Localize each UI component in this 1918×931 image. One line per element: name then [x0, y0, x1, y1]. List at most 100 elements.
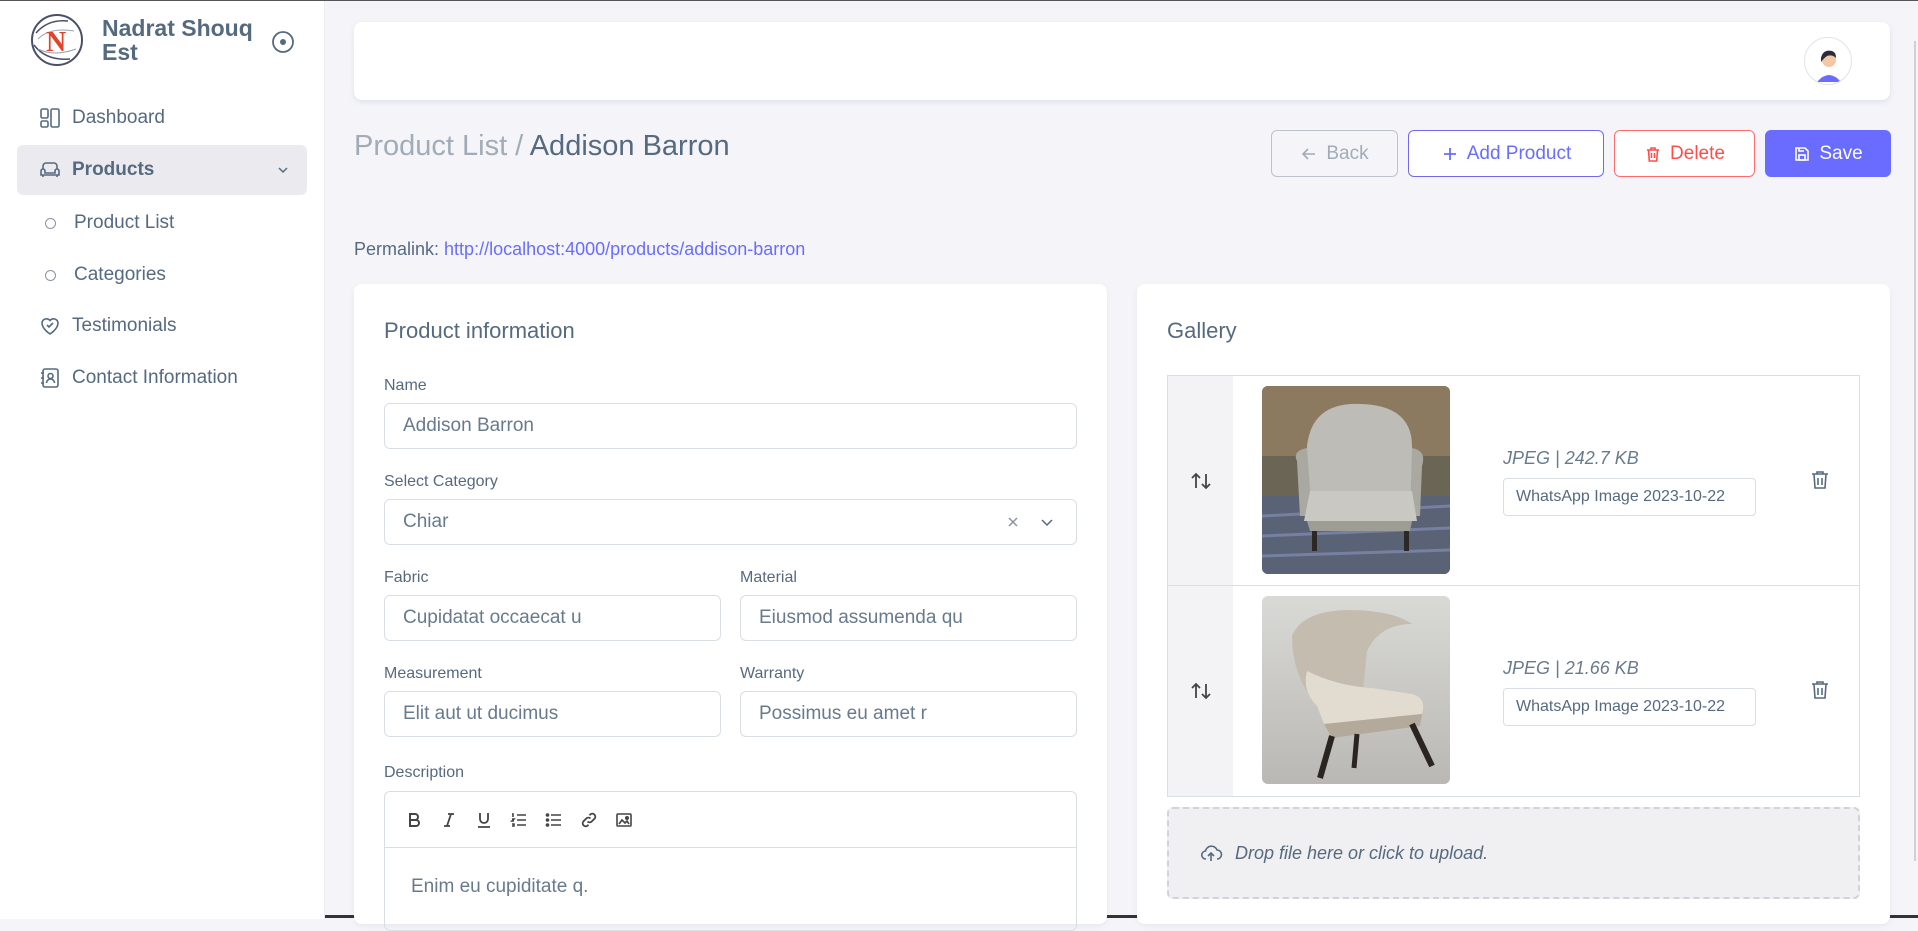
back-button[interactable]: Back	[1271, 130, 1398, 177]
user-avatar[interactable]	[1804, 37, 1852, 85]
file-meta: JPEG | 242.7 KB	[1503, 448, 1639, 468]
name-field[interactable]	[384, 403, 1077, 449]
underline-icon[interactable]	[473, 809, 495, 831]
bold-icon[interactable]	[403, 809, 425, 831]
delete-button[interactable]: Delete	[1614, 130, 1755, 177]
permalink-link[interactable]: http://localhost:4000/products/addison-b…	[444, 239, 805, 259]
collapse-sidebar-icon[interactable]	[270, 29, 296, 55]
material-label: Material	[740, 569, 797, 586]
scrollbar[interactable]	[1908, 1, 1918, 919]
bullet-list-icon[interactable]	[543, 809, 565, 831]
save-button[interactable]: Save	[1765, 130, 1891, 177]
measurement-input[interactable]	[403, 703, 720, 725]
editor-toolbar	[385, 792, 1076, 848]
trash-icon[interactable]	[1808, 678, 1832, 702]
sidebar-item-label: Dashboard	[72, 107, 165, 128]
sidebar-item-label: Testimonials	[72, 315, 177, 336]
sidebar: N Nadrat Shouq Est Dashboard Products Pr…	[0, 1, 325, 919]
sort-arrows-icon	[1190, 682, 1211, 700]
file-name-field[interactable]	[1503, 478, 1756, 516]
chevron-down-icon	[278, 167, 288, 174]
brand-name: Nadrat Shouq Est	[102, 15, 253, 65]
dropzone-label: Drop file here or click to upload.	[1235, 842, 1489, 863]
ordered-list-icon[interactable]	[508, 809, 530, 831]
arrow-left-icon	[1302, 147, 1316, 160]
app-frame: N Nadrat Shouq Est Dashboard Products Pr…	[0, 0, 1918, 931]
warranty-input[interactable]	[759, 703, 1076, 725]
sidebar-nav: Dashboard Products Product List Categori…	[17, 93, 307, 405]
save-icon	[1795, 146, 1810, 161]
file-meta: JPEG | 21.66 KB	[1503, 658, 1639, 678]
save-label: Save	[1819, 142, 1863, 164]
sidebar-subitem-product-list[interactable]: Product List	[17, 197, 307, 249]
name-label: Name	[384, 377, 427, 394]
gallery-item: JPEG | 242.7 KB	[1168, 376, 1859, 586]
sidebar-item-label: Product List	[74, 212, 175, 233]
category-select[interactable]: Chiar	[384, 499, 1077, 545]
breadcrumb: Product List / Addison Barron	[354, 130, 730, 163]
file-name-input[interactable]	[1516, 488, 1755, 506]
action-bar: Back Add Product Delete Save	[1271, 130, 1891, 177]
heart-handshake-icon	[41, 318, 59, 335]
fabric-label: Fabric	[384, 569, 429, 586]
chevron-down-icon[interactable]	[1038, 513, 1056, 531]
sort-arrows-icon	[1190, 472, 1211, 489]
bullet-icon	[45, 217, 56, 229]
file-name-input[interactable]	[1516, 698, 1755, 716]
permalink-label: Permalink:	[354, 239, 440, 259]
contact-book-icon	[41, 368, 59, 388]
top-navbar	[354, 22, 1890, 100]
permalink: Permalink: http://localhost:4000/product…	[354, 239, 805, 260]
gallery-image	[1262, 386, 1450, 574]
warranty-field[interactable]	[740, 691, 1077, 737]
cloud-upload-icon	[1200, 845, 1223, 861]
bullet-icon	[45, 269, 56, 281]
card-title: Gallery	[1167, 318, 1237, 343]
sidebar-subitem-categories[interactable]: Categories	[17, 249, 307, 301]
sidebar-item-label: Products	[72, 159, 155, 180]
sidebar-item-label: Categories	[74, 264, 166, 285]
brand-logo: N	[31, 14, 83, 66]
warranty-label: Warranty	[740, 665, 805, 682]
card-title: Product information	[384, 318, 575, 343]
brand[interactable]: N Nadrat Shouq Est	[28, 13, 262, 67]
sidebar-item-label: Contact Information	[72, 367, 238, 388]
upload-dropzone[interactable]: Drop file here or click to upload.	[1167, 807, 1860, 899]
image-icon[interactable]	[613, 809, 635, 831]
sidebar-item-dashboard[interactable]: Dashboard	[17, 93, 307, 143]
clear-icon[interactable]	[1004, 513, 1022, 531]
drag-handle[interactable]	[1168, 586, 1233, 796]
page-title: Addison Barron	[529, 130, 730, 162]
delete-label: Delete	[1670, 142, 1725, 164]
breadcrumb-parent[interactable]: Product List /	[354, 130, 523, 162]
fabric-input[interactable]	[403, 607, 720, 629]
sidebar-item-testimonials[interactable]: Testimonials	[17, 301, 307, 351]
measurement-field[interactable]	[384, 691, 721, 737]
description-content[interactable]: Enim eu cupiditate q.	[385, 848, 1076, 926]
back-button-label: Back	[1326, 142, 1369, 164]
sidebar-item-products[interactable]: Products	[17, 145, 307, 195]
drag-handle[interactable]	[1168, 376, 1233, 585]
fabric-field[interactable]	[384, 595, 721, 641]
category-label: Select Category	[384, 473, 498, 490]
sofa-icon	[40, 162, 60, 177]
description-label: Description	[384, 764, 465, 781]
category-selected-value: Chiar	[403, 511, 449, 532]
link-icon[interactable]	[578, 809, 600, 831]
gallery-card: Gallery JPEG | 242.7 KB WhatsApp Image 2…	[1137, 284, 1890, 924]
name-input[interactable]	[403, 415, 1076, 437]
trash-icon[interactable]	[1808, 468, 1832, 492]
material-field[interactable]	[740, 595, 1077, 641]
italic-icon[interactable]	[438, 809, 460, 831]
dashboard-icon	[40, 108, 60, 128]
plus-icon	[1443, 147, 1456, 160]
add-product-button[interactable]: Add Product	[1408, 130, 1604, 177]
gallery-item: JPEG | 21.66 KB	[1168, 586, 1859, 796]
trash-icon	[1647, 146, 1660, 162]
gallery-list: JPEG | 242.7 KB WhatsApp Image 2023-10-2…	[1167, 375, 1860, 797]
add-product-label: Add Product	[1466, 142, 1572, 164]
material-input[interactable]	[759, 607, 1076, 629]
sidebar-item-contact-information[interactable]: Contact Information	[17, 353, 307, 403]
file-name-field[interactable]	[1503, 688, 1756, 726]
user-avatar-icon	[1817, 50, 1841, 82]
